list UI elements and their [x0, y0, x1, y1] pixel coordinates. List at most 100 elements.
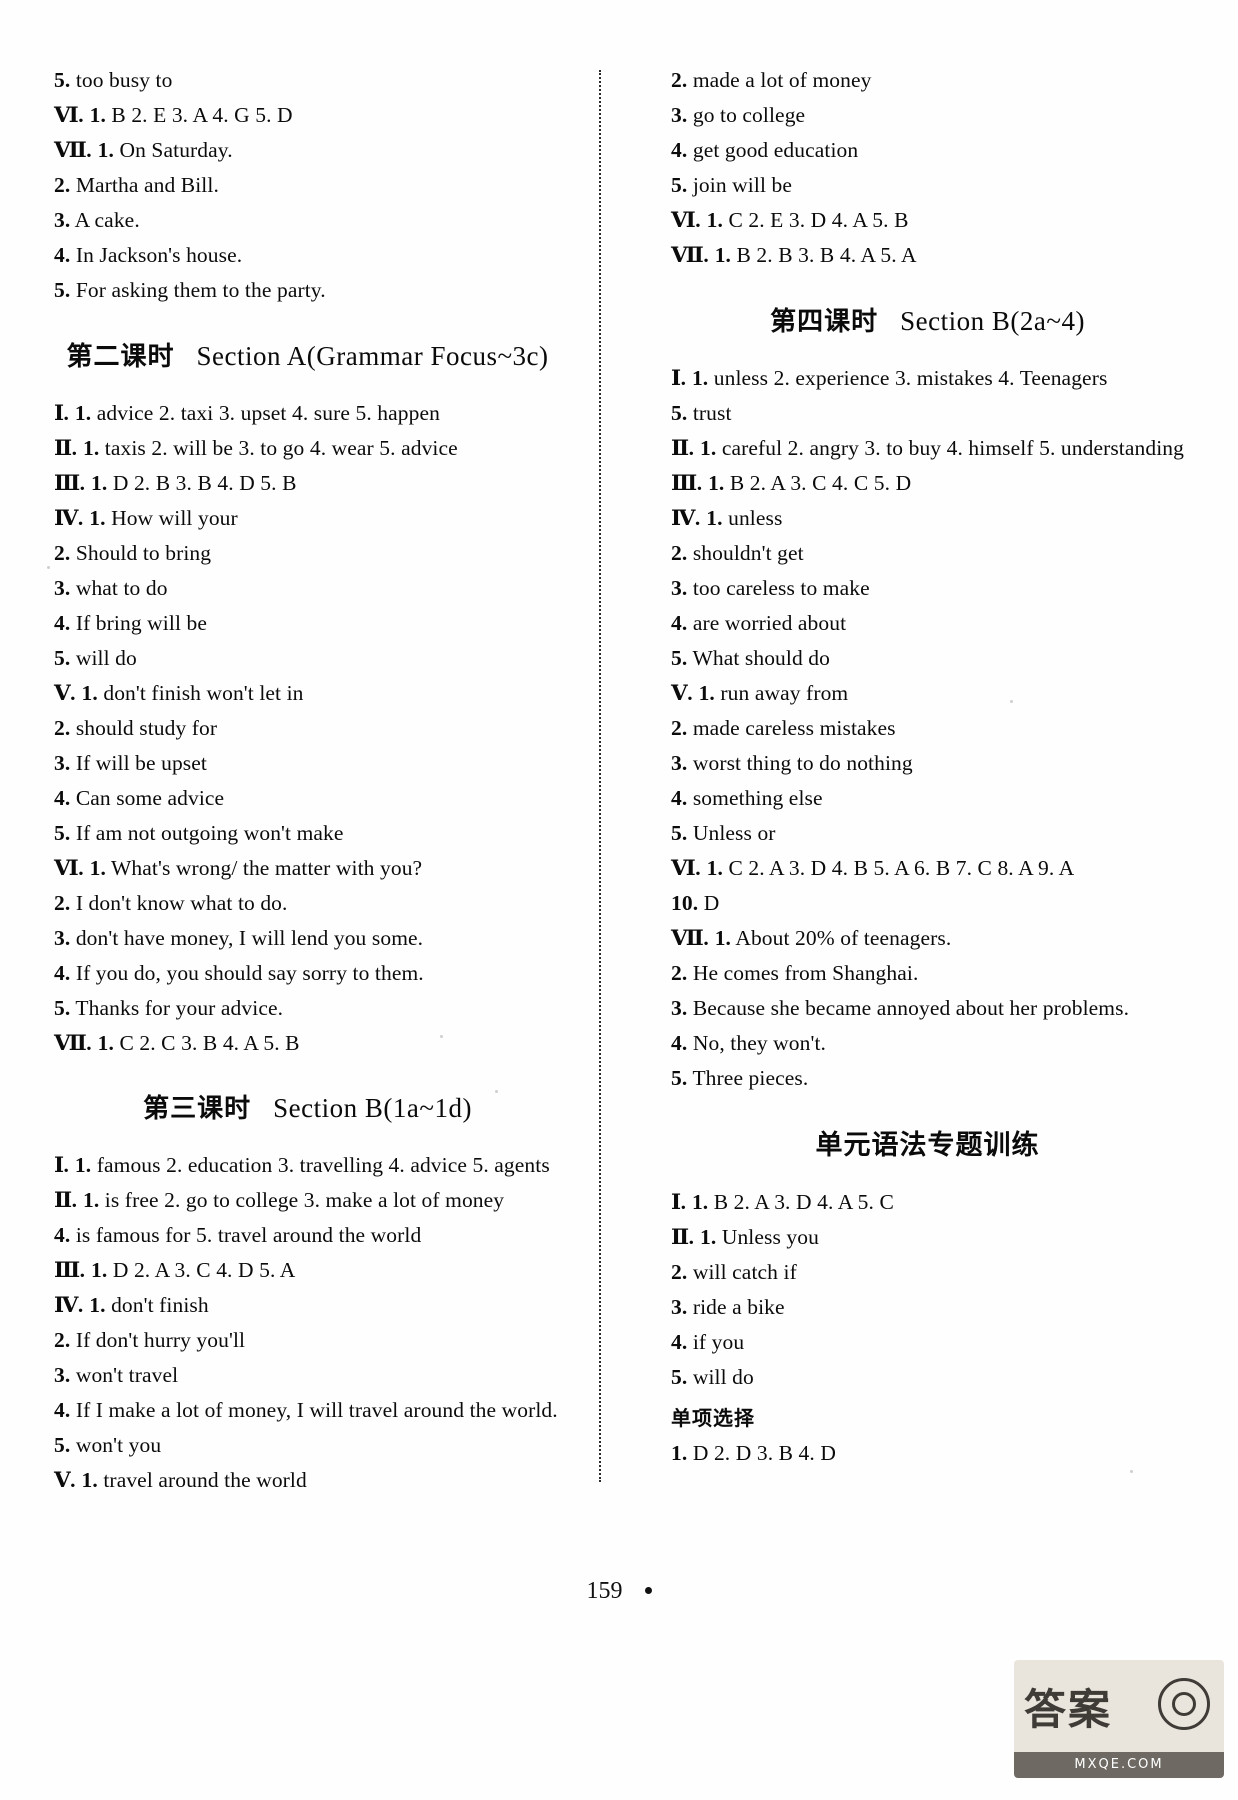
left-column: 5. too busy to Ⅵ. 1. B 2. E 3. A 4. G 5. … — [54, 68, 577, 1491]
answer-text: famous 2. education 3. travelling 4. adv… — [96, 1153, 550, 1177]
answer-line: 3. what to do — [54, 575, 561, 600]
answer-text: If am not outgoing won't make — [75, 820, 344, 845]
answer-text: run away from — [720, 680, 849, 705]
answer-key-page: 5. too busy to Ⅵ. 1. B 2. E 3. A 4. G 5. … — [0, 0, 1238, 1800]
answer-line: 5. Three pieces. — [671, 1067, 1184, 1090]
answer-line: 3. Because she became annoyed about her … — [671, 995, 1184, 1020]
answer-line: 4. get good education — [671, 138, 1184, 162]
roman-numeral-marker: Ⅶ. — [671, 243, 709, 267]
item-number: 4. — [54, 1223, 71, 1247]
answer-line: 10. D — [671, 890, 1184, 915]
section-heading: 第二课时 Section A(Grammar Focus~3c) — [54, 336, 561, 373]
answer-text: Unless you — [721, 1225, 819, 1249]
answer-text: If will be upset — [75, 750, 207, 775]
item-number: 1. — [74, 400, 92, 425]
answer-text: For asking them to the party. — [75, 278, 326, 302]
answer-line: 5. What should do — [671, 647, 1184, 670]
answer-text: I don't know what to do. — [75, 890, 288, 915]
answer-line: Ⅲ. 1. D 2. A 3. C 4. D 5. A — [54, 1259, 561, 1282]
section-heading-cn: 第二课时 — [66, 341, 175, 372]
item-number: 1. — [82, 435, 100, 460]
answer-line: Ⅲ. 1. D 2. B 3. B 4. D 5. B — [54, 470, 561, 495]
answer-line: 5. too busy to — [54, 68, 561, 92]
item-number: 1. — [89, 103, 106, 127]
answer-text: Because she became annoyed about her pro… — [692, 995, 1130, 1020]
item-number: 1. — [700, 435, 717, 460]
answer-text: D 2. D 3. B 4. D — [692, 1441, 836, 1465]
answer-text: get good education — [692, 138, 859, 162]
answer-text: won't you — [75, 1433, 162, 1457]
answer-line: Ⅰ. 1. famous 2. education 3. travelling … — [54, 1153, 561, 1177]
section-heading: 单元语法专题训练 — [671, 1123, 1184, 1162]
item-number: 2. — [54, 540, 71, 565]
answer-text: careful 2. angry 3. to buy 4. himself 5.… — [721, 435, 1184, 460]
answer-text: D 2. B 3. B 4. D 5. B — [112, 470, 297, 495]
roman-numeral-marker: Ⅳ. — [54, 505, 83, 530]
item-number: 3. — [671, 995, 688, 1020]
answer-text: He comes from Shanghai. — [692, 960, 919, 985]
answer-text: trust — [692, 400, 732, 425]
item-number: 3. — [671, 575, 688, 600]
roman-numeral-marker: Ⅰ. — [54, 400, 69, 425]
item-number: 1. — [706, 505, 723, 530]
item-number: 3. — [671, 103, 688, 127]
answer-line: 2. I don't know what to do. — [54, 890, 561, 915]
roman-numeral-marker: Ⅶ. — [54, 138, 92, 162]
roman-numeral-marker: Ⅵ. — [671, 855, 701, 880]
answer-text: travel around the world — [103, 1468, 307, 1492]
answer-text: is free 2. go to college 3. make a lot o… — [104, 1188, 505, 1212]
answer-text: don't finish — [111, 1293, 209, 1317]
item-number: 5. — [54, 820, 71, 845]
roman-numeral-marker: Ⅱ. — [671, 1225, 694, 1249]
section-heading: 第三课时 Section B(1a~1d) — [54, 1088, 561, 1125]
answer-line: 4. In Jackson's house. — [54, 243, 561, 267]
answer-text: should study for — [75, 715, 218, 740]
answer-text: In Jackson's house. — [75, 243, 243, 267]
answer-line: Ⅶ. 1. B 2. B 3. B 4. A 5. A — [671, 243, 1184, 267]
item-number: 2. — [54, 890, 71, 915]
answer-text: will do — [75, 645, 137, 670]
item-number: 1. — [714, 925, 732, 950]
answer-line: 5. Unless or — [671, 822, 1184, 845]
answer-text: is famous for 5. travel around the world — [75, 1223, 422, 1247]
answer-text: If don't hurry you'll — [75, 1328, 246, 1352]
answer-line: Ⅶ. 1. C 2. C 3. B 4. A 5. B — [54, 1030, 561, 1055]
answer-text: will do — [692, 1365, 754, 1389]
roman-numeral-marker: Ⅲ. — [671, 470, 702, 495]
item-number: 3. — [671, 1295, 688, 1319]
answer-text: too busy to — [75, 68, 173, 92]
answer-text: A cake. — [74, 208, 140, 232]
roman-numeral-marker: Ⅶ. — [671, 925, 709, 950]
answer-line: Ⅳ. 1. How will your — [54, 505, 561, 530]
item-number: 4. — [671, 1030, 688, 1055]
roman-numeral-marker: Ⅶ. — [54, 1030, 92, 1055]
folio-dot-icon — [644, 1586, 652, 1594]
item-number: 10. — [671, 890, 699, 915]
scan-speck — [47, 566, 50, 569]
answer-text: what to do — [75, 575, 168, 600]
roman-numeral-marker: Ⅰ. — [54, 1153, 69, 1177]
answer-line: 2. will catch if — [671, 1260, 1184, 1284]
answer-text: don't finish won't let in — [103, 680, 304, 705]
answer-text: What's wrong/ the matter with you? — [111, 855, 423, 880]
answer-line: 2. Should to bring — [54, 540, 561, 565]
item-number: 5. — [54, 278, 71, 302]
answer-text: will catch if — [692, 1260, 797, 1284]
section-heading-cn: 第四课时 — [770, 306, 879, 337]
answer-text: Thanks for your advice. — [75, 995, 284, 1020]
answer-line: 5. Thanks for your advice. — [54, 995, 561, 1020]
answer-line: 4. No, they won't. — [671, 1030, 1184, 1055]
answer-text: join will be — [692, 173, 792, 197]
item-number: 1. — [706, 208, 723, 232]
item-number: 4. — [671, 138, 688, 162]
item-number: 5. — [54, 645, 71, 670]
item-number: 5. — [54, 68, 71, 92]
answer-line: Ⅲ. 1. B 2. A 3. C 4. C 5. D — [671, 470, 1184, 495]
item-number: 5. — [671, 400, 688, 425]
answer-text: About 20% of teenagers. — [735, 925, 952, 950]
answer-line: Ⅵ. 1. B 2. E 3. A 4. G 5. D — [54, 103, 561, 127]
answer-line: Ⅰ. 1. unless 2. experience 3. mistakes 4… — [671, 367, 1184, 390]
item-number: 5. — [54, 1433, 71, 1457]
answer-line: Ⅶ. 1. On Saturday. — [54, 138, 561, 162]
answer-line: Ⅱ. 1. is free 2. go to college 3. make a… — [54, 1188, 561, 1212]
